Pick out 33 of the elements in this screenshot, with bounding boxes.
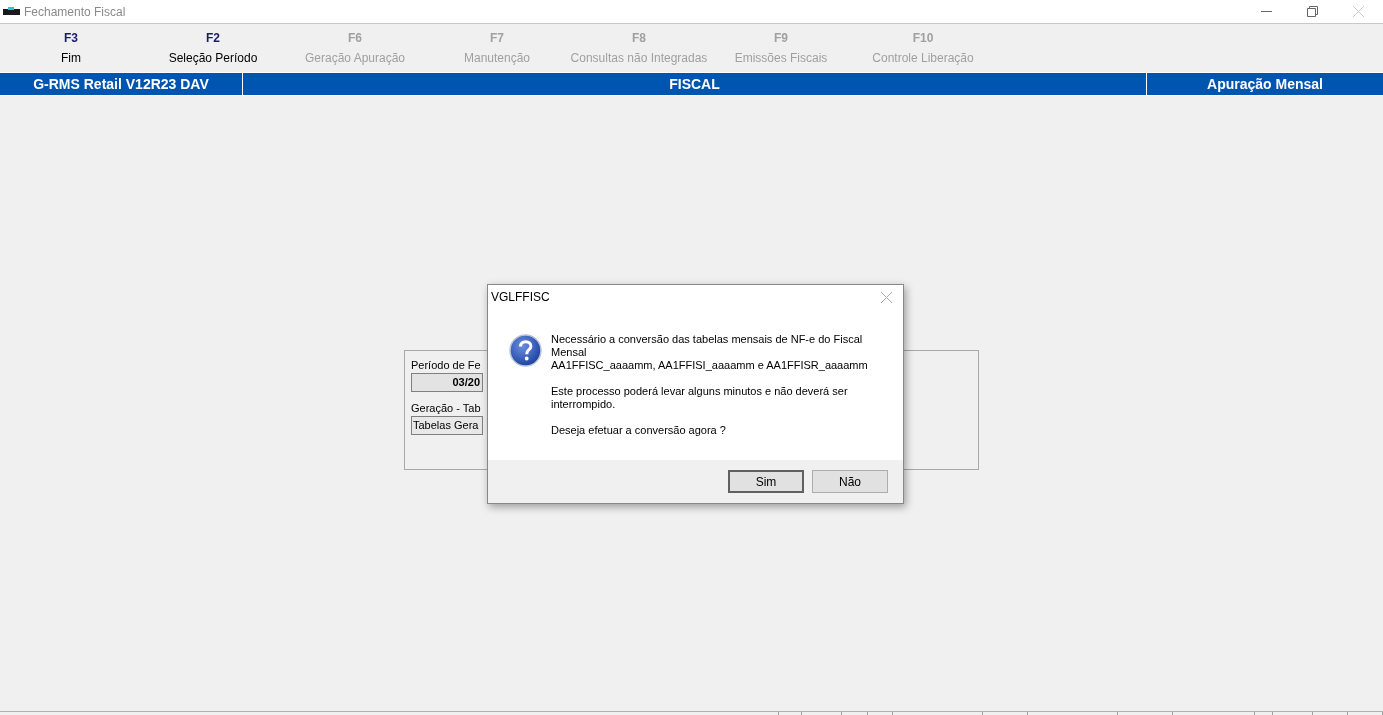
period-label: Período de Fe	[411, 358, 481, 373]
function-key-label: F3	[64, 30, 78, 47]
dialog-message: Este processo poderá levar alguns minutos e não deverá ser interrompido.	[551, 385, 849, 411]
toolbar-button[interactable]: F2 Seleção Período	[142, 28, 284, 68]
dialog-message: Necessário a conversão das tabelas mensais de NF-e do Fiscal Mensal AA1FFISC_aaaamm, AA1FFISI_aaaamm e AA1FFISR_aaaamm	[551, 333, 869, 372]
system-name: G-RMS Retail V12R23 DAV	[0, 73, 243, 95]
toolbar-label: Controle Liberação	[872, 50, 974, 67]
restore-icon[interactable]	[1307, 6, 1318, 17]
dialog-message: Deseja efetuar a conversão agora ?	[551, 424, 727, 437]
toolbar-label: Geração Apuração	[304, 50, 406, 67]
function-key-label: F6	[348, 30, 362, 47]
dialog-button[interactable]: Não	[812, 470, 888, 493]
function-key-label: F9	[774, 30, 788, 47]
window-title: Fechamento Fiscal	[24, 3, 126, 21]
toolbar-button[interactable]: F3 Fim	[0, 28, 142, 68]
screen-name: Apuração Mensal	[1206, 75, 1324, 94]
function-key-label: F7	[490, 30, 504, 47]
question-icon	[509, 334, 542, 367]
toolbar-label: Emissões Fiscais	[734, 50, 828, 67]
function-key-label: F8	[632, 30, 646, 47]
toolbar-label: Manutenção	[463, 50, 530, 67]
toolbar-label: Fim	[61, 50, 81, 67]
generation-label: Geração - Tab	[411, 401, 481, 416]
function-key-label: F2	[206, 30, 220, 47]
module-name: FISCAL	[243, 73, 1147, 95]
dialog-title: VGLFFISC	[491, 289, 550, 306]
function-key-label: F10	[912, 30, 934, 47]
period-field: 03/20	[411, 373, 483, 392]
toolbar-label: Seleção Período	[168, 50, 258, 67]
toolbar-label: Consultas não Integradas	[570, 50, 708, 67]
dialog-button[interactable]: Sim	[728, 470, 804, 493]
app-logo-icon	[3, 6, 20, 17]
generation-field: Tabelas Gera	[411, 416, 483, 435]
